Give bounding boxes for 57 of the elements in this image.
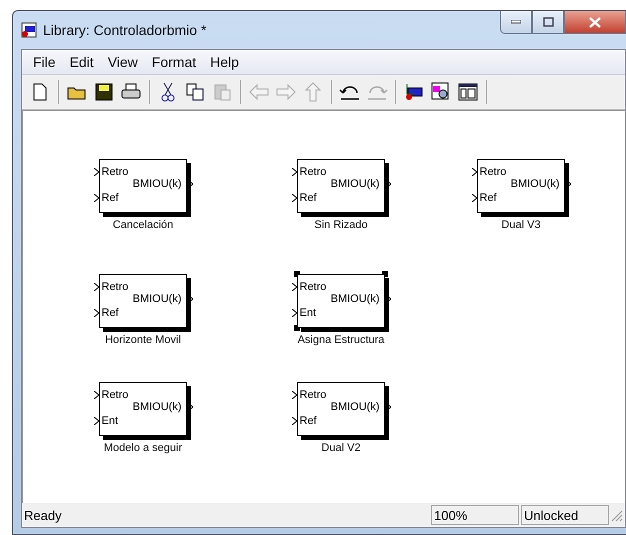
status-message: Ready [23, 506, 63, 525]
resize-grip-icon [609, 508, 623, 522]
block-name: Modelo a seguir [104, 442, 182, 454]
port-label: BMIOU(k) [330, 401, 380, 413]
port-label: BMIOU(k) [510, 178, 560, 190]
close-icon [589, 16, 601, 28]
close-button[interactable] [564, 11, 626, 34]
port-label: Ent [102, 415, 118, 427]
block-name: Dual V3 [501, 219, 541, 231]
copy-icon [186, 83, 204, 101]
minimize-icon [511, 20, 521, 24]
port-label: BMIOU(k) [330, 293, 380, 305]
magnifier-window-icon [431, 82, 451, 102]
left-arrow-icon [249, 84, 269, 100]
block-name: Cancelación [112, 219, 174, 231]
port-label: BMIOU(k) [132, 293, 182, 305]
menu-item[interactable]: Format [144, 54, 204, 70]
lock-status: Unlocked [521, 505, 609, 525]
model-icon [404, 82, 424, 102]
port-label: Ref [300, 192, 317, 204]
zoom-level: 100% [431, 505, 519, 525]
clipboard-icon [213, 83, 231, 101]
port-label: Ref [102, 192, 119, 204]
block-name: Asigna Estructura [298, 334, 384, 346]
port-label: BMIOU(k) [330, 178, 380, 190]
block-name: Sin Rizado [314, 219, 368, 231]
port-label: Retro [300, 166, 326, 178]
up-arrow-icon [305, 82, 321, 102]
port-label: Retro [480, 166, 506, 178]
port-label: Retro [300, 281, 326, 293]
port-label: Retro [300, 389, 326, 401]
port-label: Ref [102, 307, 119, 319]
menu-item[interactable]: File [26, 54, 63, 70]
minimize-button[interactable] [500, 11, 532, 34]
window-title: Library: Controladorbmio * [43, 22, 206, 38]
port-label: BMIOU(k) [132, 401, 182, 413]
right-arrow-icon [276, 84, 296, 100]
menu-item[interactable]: View [100, 54, 145, 70]
menu-item[interactable]: Edit [62, 54, 101, 70]
app-icon [21, 22, 37, 38]
browser-window-icon [458, 83, 478, 101]
menu-item[interactable]: Help [203, 54, 246, 70]
scissors-icon [161, 82, 175, 102]
port-label: Ref [300, 415, 317, 427]
port-label: Ref [480, 192, 497, 204]
port-label: Ent [300, 307, 316, 319]
subsystem-block[interactable]: Retro Ent BMIOU(k) [290, 270, 392, 334]
port-label: BMIOU(k) [132, 178, 182, 190]
port-label: Retro [102, 166, 128, 178]
port-label: Retro [102, 389, 128, 401]
printer-icon [121, 83, 141, 101]
maximize-button[interactable] [532, 11, 564, 34]
block-name: Dual V2 [321, 442, 361, 454]
block-name: Horizonte Movil [105, 334, 181, 346]
maximize-icon [542, 17, 554, 27]
port-label: Retro [102, 281, 128, 293]
new-file-icon [32, 83, 48, 101]
